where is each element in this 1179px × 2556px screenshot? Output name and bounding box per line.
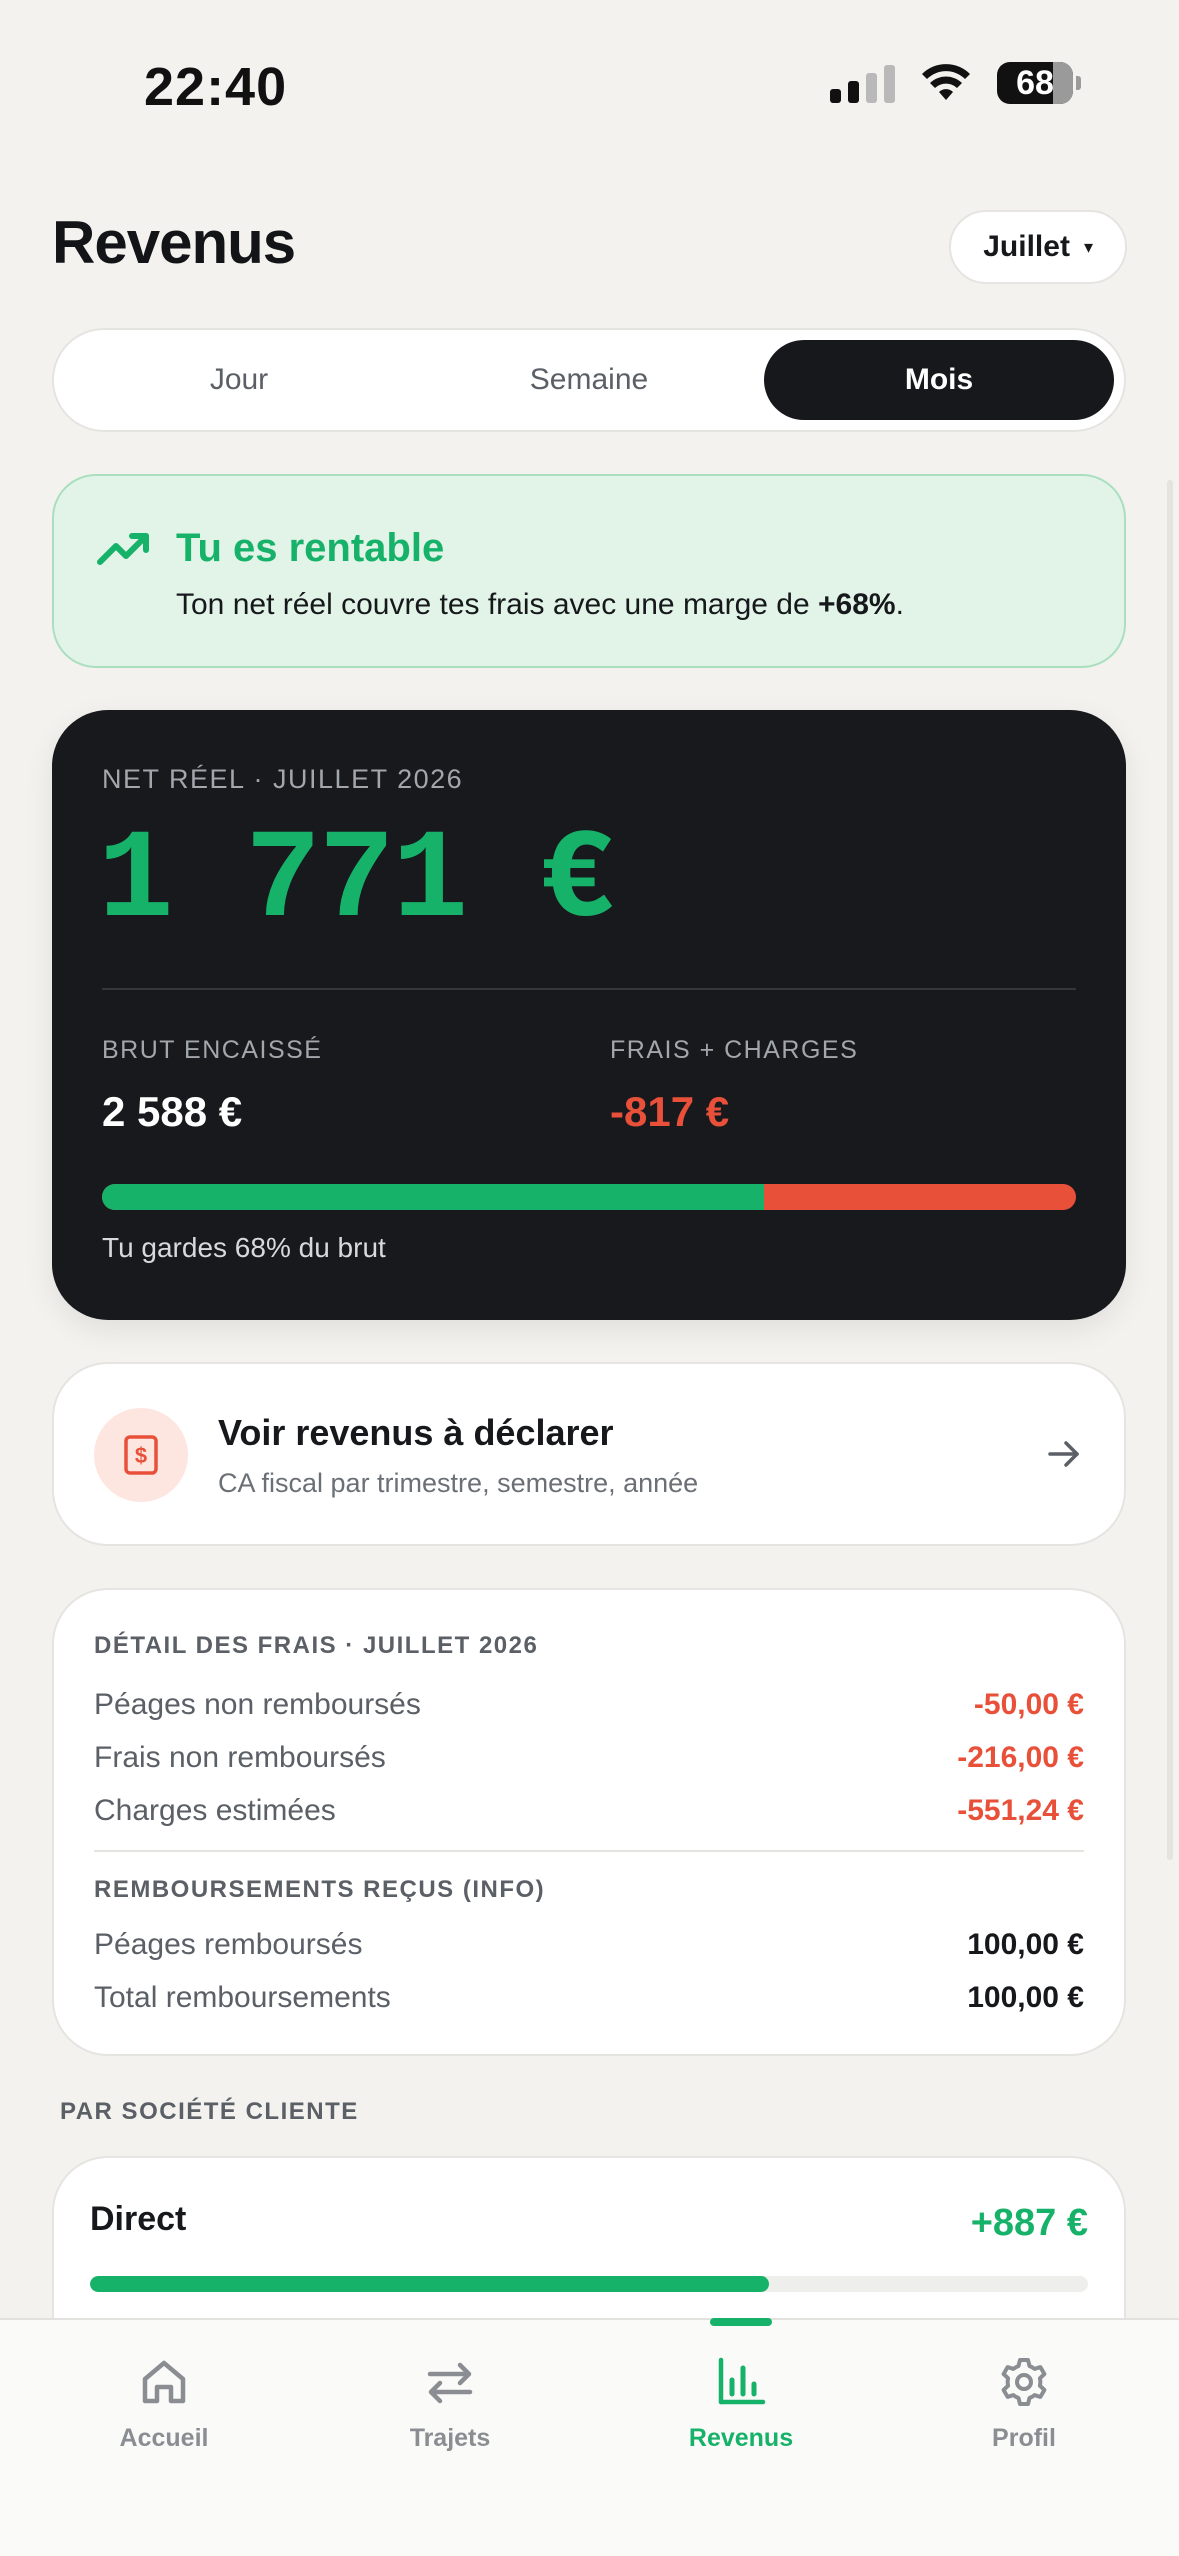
month-selector-label: Juillet xyxy=(983,230,1070,263)
profit-title: Tu es rentable xyxy=(176,526,445,570)
tab-label: Trajets xyxy=(409,2424,491,2452)
detail-row-value: -216,00 € xyxy=(957,1741,1084,1774)
net-label: NET RÉEL · JUILLET 2026 xyxy=(102,764,464,794)
reimbursements-title: REMBOURSEMENTS REÇUS (INFO) xyxy=(94,1876,546,1903)
status-time: 22:40 xyxy=(144,57,288,117)
brut-value: 2 588 € xyxy=(102,1088,243,1135)
tab-accueil[interactable]: Accueil xyxy=(64,2320,264,2500)
profit-banner: Tu es rentable Ton net réel couvre tes f… xyxy=(52,474,1126,668)
frais-value: -817 € xyxy=(610,1088,730,1135)
cellular-signal-icon xyxy=(830,63,895,103)
arrow-right-icon xyxy=(1048,1441,1079,1467)
detail-row-label: Péages non remboursés xyxy=(94,1688,421,1721)
tab-label: Profil xyxy=(992,2424,1056,2452)
expense-detail-card: DÉTAIL DES FRAIS · JUILLET 2026 Péages n… xyxy=(52,1588,1126,2056)
bar-chart-icon xyxy=(718,2357,766,2405)
active-tab-indicator xyxy=(710,2318,772,2326)
net-summary-card: NET RÉEL · JUILLET 2026 1 771 € BRUT ENC… xyxy=(52,710,1126,1320)
caret-down-icon: ▾ xyxy=(1083,236,1093,257)
detail-row-value: 100,00 € xyxy=(967,1981,1084,2014)
svg-text:$: $ xyxy=(135,1443,147,1468)
tab-label: Accueil xyxy=(119,2424,209,2452)
frais-label: FRAIS + CHARGES xyxy=(610,1036,859,1064)
tab-revenus[interactable]: Revenus xyxy=(641,2318,841,2500)
detail-row: Péages remboursés 100,00 € xyxy=(94,1928,1084,1962)
detail-row: Péages non remboursés -50,00 € xyxy=(94,1688,1084,1722)
divider xyxy=(94,1850,1084,1852)
client-share-fill xyxy=(90,2276,769,2292)
clients-section-title: PAR SOCIÉTÉ CLIENTE xyxy=(60,2098,359,2125)
profit-margin: +68% xyxy=(818,588,896,621)
page-title: Revenus xyxy=(52,209,296,276)
divider xyxy=(102,988,1076,990)
keep-progress-fill xyxy=(102,1184,765,1210)
declare-subtitle: CA fiscal par trimestre, semestre, année xyxy=(218,1468,699,1498)
month-selector[interactable]: Juillet ▾ xyxy=(949,210,1127,284)
profit-text: Ton net réel couvre tes frais avec une m… xyxy=(176,588,904,621)
status-icons: 68 xyxy=(830,62,1081,104)
home-icon xyxy=(142,2360,186,2404)
client-share-bar xyxy=(90,2276,1088,2292)
segment-mois[interactable]: Mois xyxy=(764,340,1114,420)
declare-title: Voir revenus à déclarer xyxy=(218,1412,614,1453)
detail-row-label: Péages remboursés xyxy=(94,1928,363,1961)
tab-profil[interactable]: Profil xyxy=(924,2320,1124,2500)
gear-icon xyxy=(1001,2358,1047,2406)
detail-row-label: Total remboursements xyxy=(94,1981,391,2014)
scroll-indicator xyxy=(1167,480,1173,1860)
battery-icon: 68 xyxy=(997,62,1081,104)
keep-progress-bar xyxy=(102,1184,1076,1210)
status-bar: 22:40 68 xyxy=(0,0,1179,150)
detail-row-value: 100,00 € xyxy=(967,1928,1084,1961)
detail-row-value: -551,24 € xyxy=(957,1794,1084,1827)
swap-arrows-icon xyxy=(427,2362,473,2404)
tax-document-icon: $ xyxy=(94,1408,188,1502)
client-name: Direct xyxy=(90,2200,187,2238)
keep-text: Tu gardes 68% du brut xyxy=(102,1232,386,1263)
battery-level: 68 xyxy=(1016,63,1054,102)
brut-label: BRUT ENCAISSÉ xyxy=(102,1036,323,1064)
detail-row: Frais non remboursés -216,00 € xyxy=(94,1741,1084,1775)
detail-row-label: Charges estimées xyxy=(94,1794,336,1827)
period-segmented-control: Jour Semaine Mois xyxy=(52,328,1126,432)
wifi-icon xyxy=(922,64,970,100)
detail-row-value: -50,00 € xyxy=(973,1688,1084,1721)
detail-title: DÉTAIL DES FRAIS · JUILLET 2026 xyxy=(94,1632,539,1659)
client-amount: +887 € xyxy=(970,2202,1088,2244)
detail-row-label: Frais non remboursés xyxy=(94,1741,386,1774)
tab-trajets[interactable]: Trajets xyxy=(350,2320,550,2500)
trending-up-icon xyxy=(97,533,149,565)
declare-revenue-card[interactable]: $ Voir revenus à déclarer CA fiscal par … xyxy=(52,1362,1126,1546)
net-amount: 1 771 € xyxy=(98,810,615,953)
detail-row: Total remboursements 100,00 € xyxy=(94,1981,1084,2015)
bottom-tab-bar: Accueil Trajets Revenus Profil xyxy=(0,2318,1179,2556)
segment-semaine[interactable]: Semaine xyxy=(414,340,764,420)
segment-jour[interactable]: Jour xyxy=(64,340,414,420)
detail-row: Charges estimées -551,24 € xyxy=(94,1794,1084,1828)
tab-label: Revenus xyxy=(688,2424,794,2452)
